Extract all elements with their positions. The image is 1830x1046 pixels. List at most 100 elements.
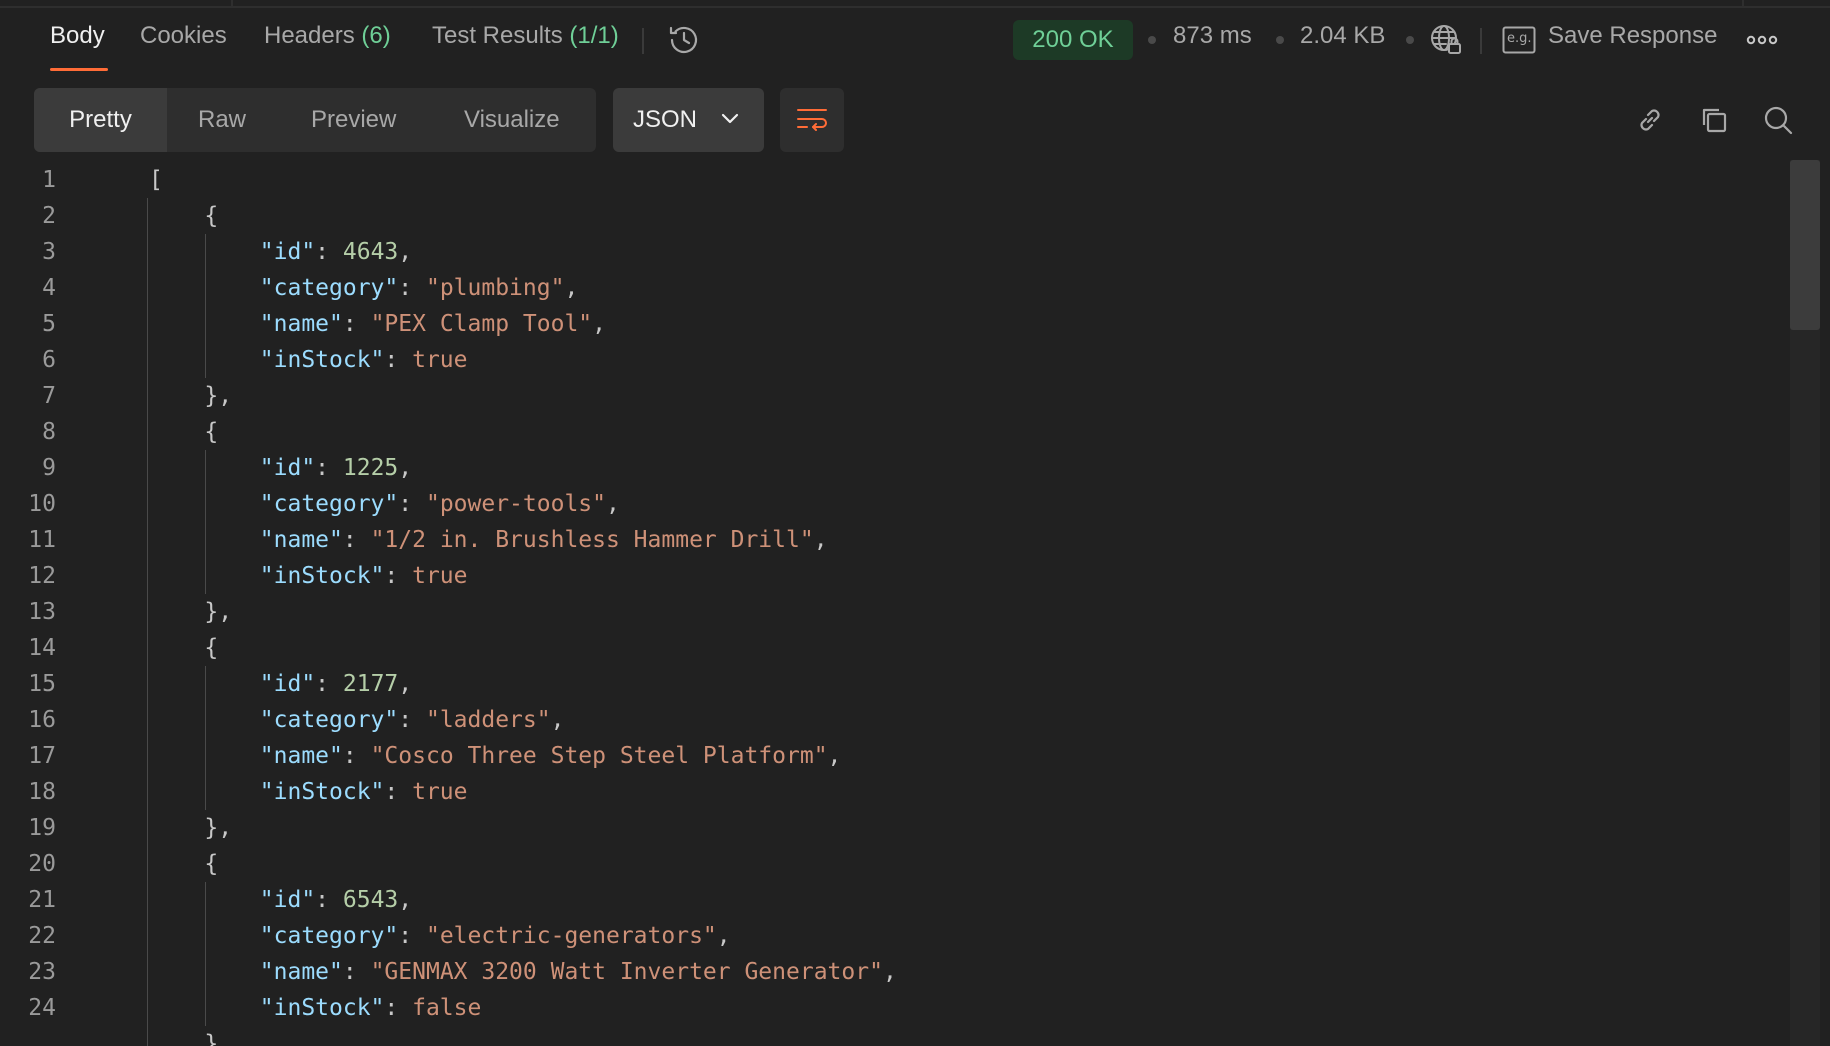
code-token: "1/2 in. Brushless Hammer Drill" (370, 527, 814, 553)
code-token: , (398, 239, 413, 265)
line-number: 13 (28, 599, 56, 625)
view-pretty[interactable]: Pretty (34, 88, 167, 152)
response-tabs-bar: Body Cookies Headers (6) Test Results (1… (0, 0, 1830, 80)
code-token: : (342, 527, 371, 553)
view-mode-group: Pretty Raw Preview Visualize (34, 88, 596, 152)
code-token: "id" (259, 239, 316, 265)
code-token: { (149, 635, 219, 661)
code-token: 4643 (342, 239, 399, 265)
tab-test-results[interactable]: Test Results (1/1) (432, 22, 619, 50)
code-text: }, (149, 594, 232, 630)
code-token: }, (149, 383, 233, 409)
code-token: "ladders" (425, 707, 551, 733)
code-token: "GENMAX 3200 Watt Inverter Generator" (370, 959, 883, 985)
code-token: : (384, 995, 413, 1021)
code-line: 4 "category": "plumbing", (0, 270, 1780, 306)
line-number: 7 (42, 383, 56, 409)
code-text: "id": 2177, (149, 666, 412, 702)
code-text: "inStock": false (149, 990, 482, 1026)
line-number: 15 (28, 671, 56, 697)
save-response-icon[interactable]: e.g. (1502, 26, 1536, 54)
tab-headers[interactable]: Headers (6) (264, 22, 391, 50)
line-number: 1 (42, 167, 56, 193)
tab-body[interactable]: Body (50, 22, 105, 50)
code-token: false (412, 995, 482, 1021)
separator-dot (1276, 36, 1284, 44)
code-text: "category": "plumbing", (149, 270, 579, 306)
view-preview[interactable]: Preview (311, 88, 396, 152)
indent-guide (147, 198, 148, 1046)
code-token: "name" (259, 311, 343, 337)
code-line: 19 }, (0, 810, 1780, 846)
save-icon-text: e.g. (1507, 31, 1532, 46)
code-text: "id": 4643, (149, 234, 412, 270)
code-token: "inStock" (259, 563, 385, 589)
code-line: 9 "id": 1225, (0, 450, 1780, 486)
line-number: 2 (42, 203, 56, 229)
chevron-down-icon (718, 106, 742, 137)
code-token: "PEX Clamp Tool" (370, 311, 593, 337)
code-token: "category" (259, 491, 399, 517)
code-token: "name" (259, 743, 343, 769)
code-line: 3 "id": 4643, (0, 234, 1780, 270)
line-number: 21 (28, 887, 56, 913)
code-token: "category" (259, 275, 399, 301)
status-badge[interactable]: 200 OK (1013, 20, 1133, 60)
format-select[interactable]: JSON (613, 88, 764, 152)
code-token: { (149, 203, 219, 229)
code-token: true (412, 779, 468, 805)
scrollbar-thumb[interactable] (1790, 160, 1820, 330)
indent-guide (205, 234, 206, 378)
separator-dot (1406, 36, 1414, 44)
tab-cookies[interactable]: Cookies (140, 22, 227, 50)
line-number: 12 (28, 563, 56, 589)
code-token: "id" (259, 455, 316, 481)
wrap-lines-icon[interactable] (780, 88, 844, 152)
line-number: 5 (42, 311, 56, 337)
response-body-code[interactable]: 1[2 {3 "id": 4643, 4 "category": "plumbin… (0, 160, 1790, 1046)
code-token: : (384, 563, 413, 589)
code-token: , (398, 455, 413, 481)
code-text: "inStock": true (149, 342, 468, 378)
copy-icon[interactable] (1696, 102, 1732, 138)
view-raw[interactable]: Raw (198, 88, 246, 152)
line-number: 6 (42, 347, 56, 373)
code-token: } (149, 1031, 219, 1046)
code-token: : (315, 671, 343, 697)
code-token: 6543 (342, 887, 399, 913)
code-text: "inStock": true (149, 558, 468, 594)
response-time[interactable]: 873 ms (1173, 22, 1252, 50)
code-text: "name": "GENMAX 3200 Watt Inverter Gener… (149, 954, 897, 990)
line-number: 16 (28, 707, 56, 733)
code-line: 5 "name": "PEX Clamp Tool", (0, 306, 1780, 342)
code-token: : (315, 887, 343, 913)
code-line: 15 "id": 2177, (0, 666, 1780, 702)
code-text: "id": 6543, (149, 882, 412, 918)
code-token: "electric-generators" (425, 923, 717, 949)
code-line: } (0, 1026, 1780, 1046)
line-number: 10 (28, 491, 56, 517)
code-token: , (882, 959, 897, 985)
code-token: : (398, 275, 426, 301)
more-horizontal-icon[interactable] (1744, 24, 1780, 56)
view-visualize[interactable]: Visualize (464, 88, 560, 152)
code-token: : (342, 959, 371, 985)
line-number: 3 (42, 239, 56, 265)
response-size[interactable]: 2.04 KB (1300, 22, 1385, 50)
search-icon[interactable] (1760, 102, 1796, 138)
link-icon[interactable] (1632, 102, 1668, 138)
globe-lock-icon[interactable] (1428, 22, 1464, 58)
code-text: { (149, 414, 218, 450)
status-separator (1480, 28, 1482, 54)
code-line: 8 { (0, 414, 1780, 450)
save-response-button[interactable]: Save Response (1548, 22, 1717, 50)
code-token: "name" (259, 959, 343, 985)
history-icon[interactable] (666, 22, 702, 58)
indent-guide (205, 666, 206, 810)
code-line: 11 "name": "1/2 in. Brushless Hammer Dri… (0, 522, 1780, 558)
code-text: "id": 1225, (149, 450, 412, 486)
code-token: "inStock" (259, 347, 385, 373)
code-line: 24 "inStock": false (0, 990, 1780, 1026)
line-number: 18 (28, 779, 56, 805)
line-number: 9 (42, 455, 56, 481)
